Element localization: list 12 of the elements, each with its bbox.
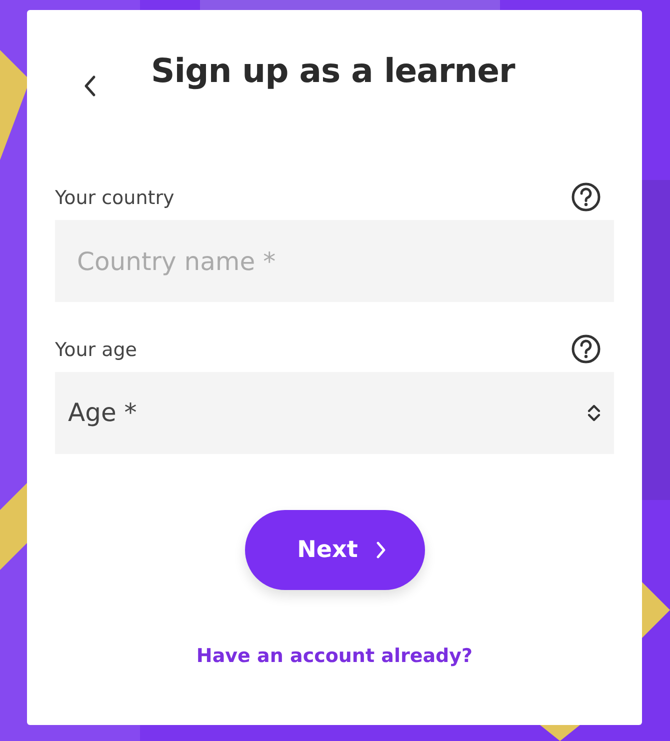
login-link[interactable]: Have an account already?: [196, 642, 473, 670]
field-label: Your age: [55, 338, 137, 362]
back-icon[interactable]: [82, 74, 98, 98]
help-icon[interactable]: [571, 182, 601, 212]
age-select[interactable]: Age *: [55, 372, 614, 454]
help-icon[interactable]: [571, 334, 601, 364]
country-field[interactable]: Country name *: [55, 220, 614, 302]
page-title: Sign up as a learner: [151, 50, 515, 92]
field-label: Your country: [55, 186, 174, 210]
next-button[interactable]: Next: [244, 510, 424, 590]
chevron-right-icon: [376, 541, 386, 559]
up-down-chevron-icon: [587, 403, 601, 423]
